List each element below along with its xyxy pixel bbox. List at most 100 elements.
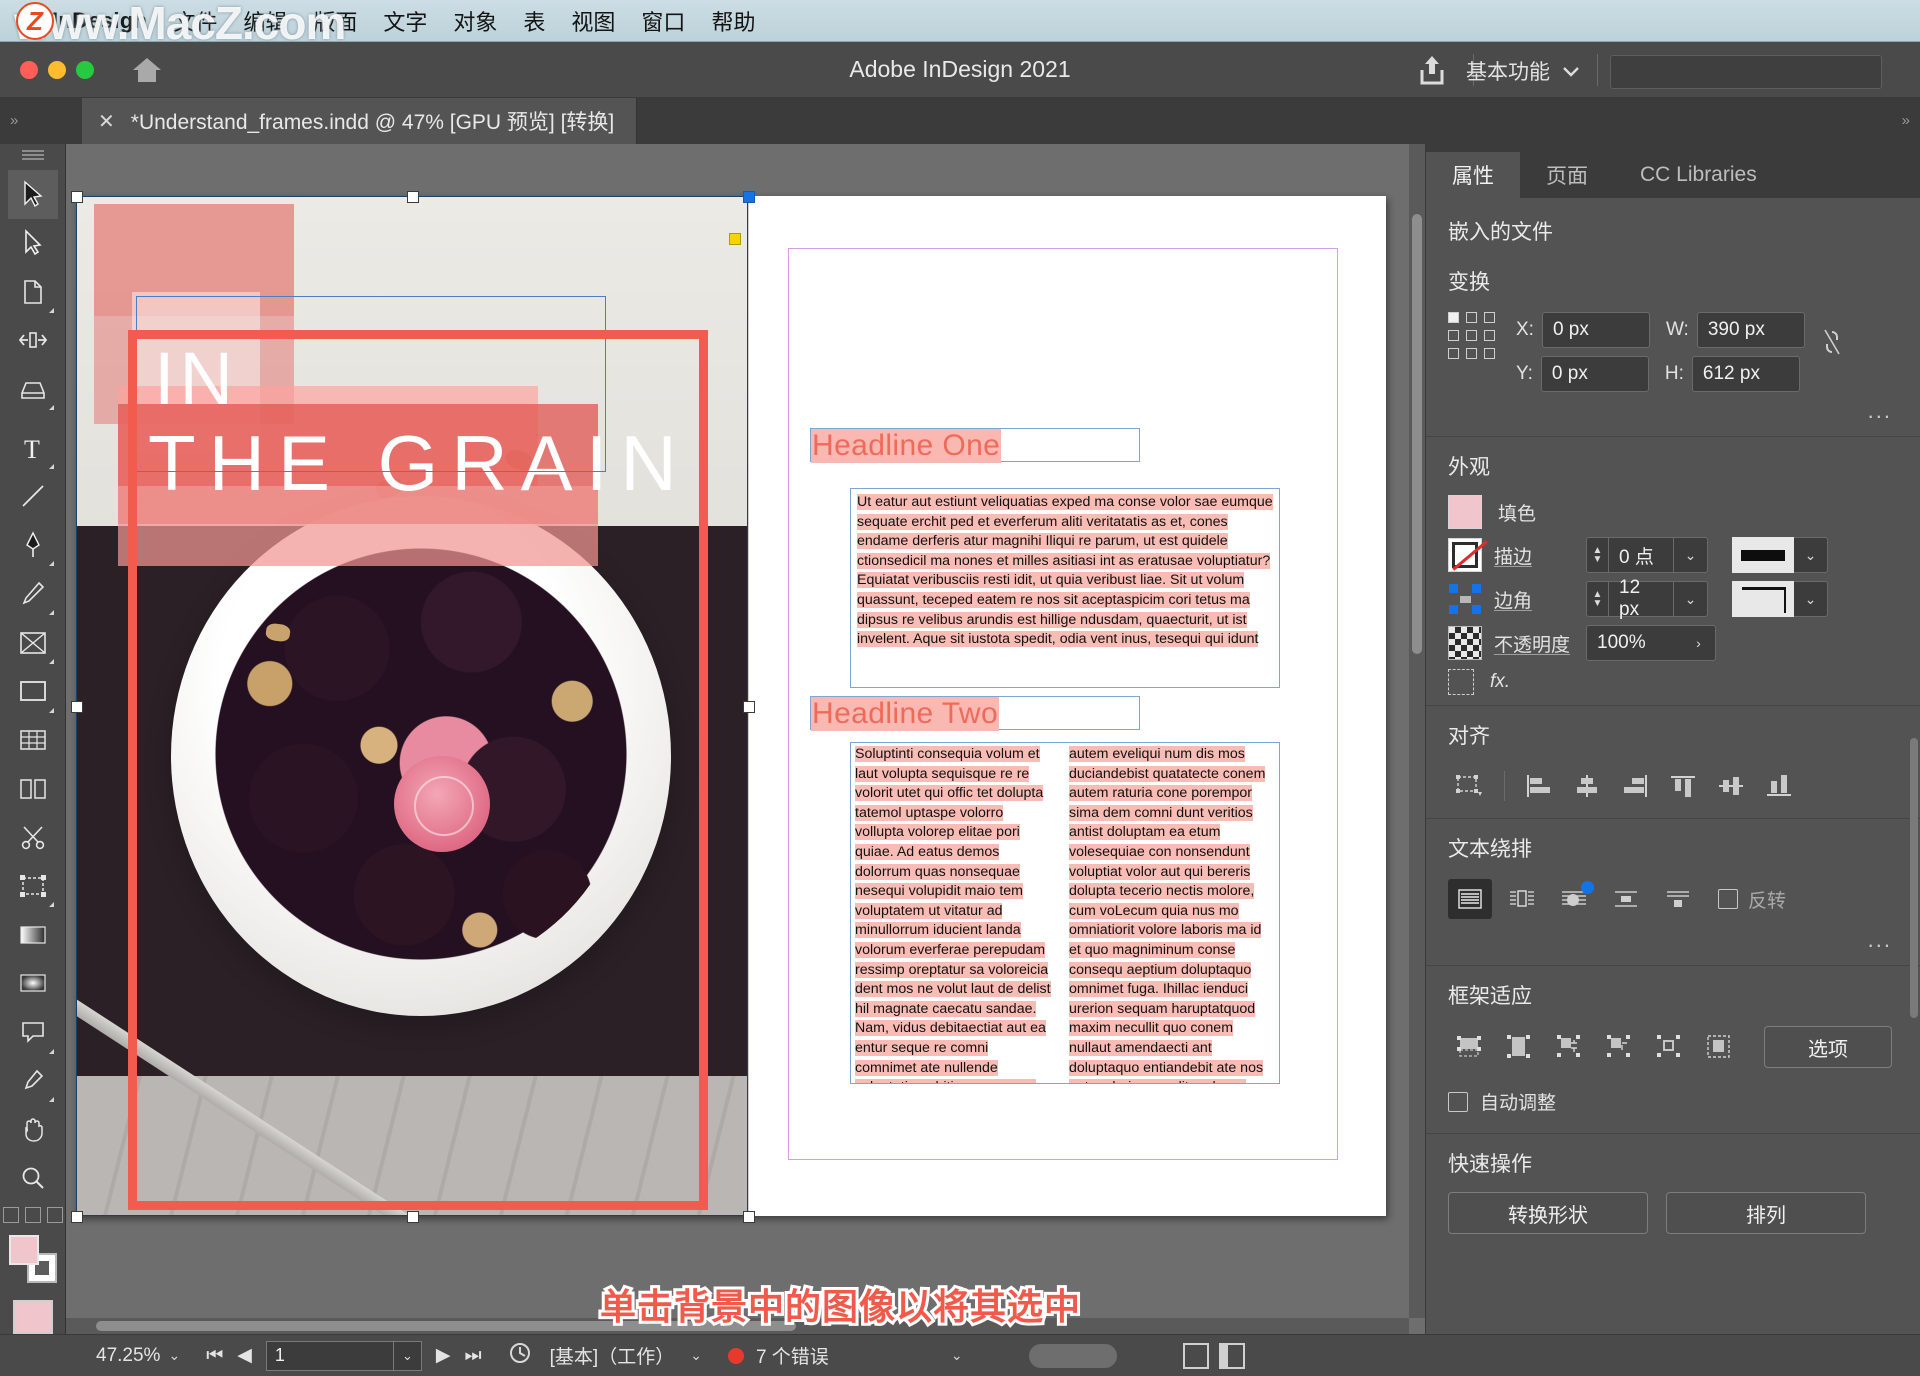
panel-expand-left-icon[interactable]: » — [10, 112, 18, 129]
table-tool[interactable] — [8, 716, 58, 765]
menu-item-table[interactable]: 表 — [523, 5, 545, 37]
fitting-options-button[interactable]: 选项 — [1764, 1026, 1892, 1068]
gap-tool[interactable] — [8, 316, 58, 365]
fit-frame-to-content-icon[interactable] — [1548, 1027, 1592, 1067]
y-input[interactable]: 0 px — [1540, 356, 1649, 392]
tab-cc-libraries[interactable]: CC Libraries — [1614, 152, 1783, 198]
document-canvas[interactable]: IN THE GRAIN Headline One Ut eatur aut e… — [66, 144, 1425, 1334]
apply-color-swatch[interactable] — [2, 1206, 19, 1223]
w-input[interactable]: 390 px — [1696, 312, 1805, 348]
wrap-none-icon[interactable] — [1448, 879, 1492, 919]
wrap-jump-next-column-icon[interactable] — [1656, 879, 1700, 919]
opacity-label[interactable]: 不透明度 — [1494, 630, 1574, 657]
gradient-swatch-tool[interactable] — [8, 910, 58, 959]
zoom-dropdown-icon[interactable]: ⌄ — [168, 1347, 180, 1364]
transform-more-options[interactable]: ... — [1426, 396, 1920, 430]
opacity-input[interactable]: 100% — [1586, 625, 1682, 661]
apply-color-controls[interactable] — [2, 1206, 63, 1223]
tab-pages[interactable]: 页面 — [1520, 152, 1614, 198]
panel-collapse-icon[interactable]: » — [1902, 112, 1910, 129]
fit-content-to-frame-icon[interactable] — [1598, 1027, 1642, 1067]
stroke-weight-dropdown[interactable]: ⌄ — [1674, 537, 1708, 573]
page-number-input[interactable]: 1 — [265, 1340, 394, 1371]
zoom-level[interactable]: 47.25% — [96, 1345, 160, 1367]
corner-size-stepper[interactable]: ▲ ▼ — [1586, 581, 1608, 617]
text-wrap-more-options[interactable]: ... — [1426, 925, 1920, 959]
arrange-button[interactable]: 排列 — [1666, 1192, 1866, 1234]
wrap-jump-object-icon[interactable] — [1604, 879, 1648, 919]
apply-none-swatch[interactable] — [46, 1206, 63, 1223]
hand-tool[interactable] — [8, 1105, 58, 1154]
tools-panel-grip[interactable] — [21, 150, 44, 162]
opacity-flyout-button[interactable]: › — [1682, 625, 1716, 661]
stroke-none-swatch[interactable] — [1448, 538, 1488, 572]
page-dropdown-icon[interactable]: ⌄ — [393, 1340, 422, 1371]
menu-item-help[interactable]: 帮助 — [711, 5, 755, 37]
pencil-tool[interactable] — [8, 569, 58, 618]
panel-scroll-thumb[interactable] — [1910, 738, 1918, 1018]
align-left-icon[interactable] — [1517, 766, 1561, 806]
share-icon[interactable] — [1414, 52, 1450, 88]
align-horizontal-center-icon[interactable] — [1565, 766, 1609, 806]
selection-tool[interactable] — [7, 169, 58, 219]
align-bottom-icon[interactable] — [1757, 766, 1801, 806]
first-page-icon[interactable]: ⏮ — [206, 1345, 223, 1367]
page-tool[interactable] — [8, 267, 58, 316]
canvas-vertical-scroll-thumb[interactable] — [1412, 214, 1422, 654]
h-input[interactable]: 612 px — [1691, 356, 1800, 392]
convert-shape-button[interactable]: 转换形状 — [1448, 1192, 1648, 1234]
align-top-icon[interactable] — [1661, 766, 1705, 806]
menu-item-object[interactable]: 对象 — [453, 5, 497, 37]
prev-page-icon[interactable]: ◀ — [237, 1344, 252, 1367]
scissors-tool[interactable] — [8, 813, 58, 862]
effects-target-icon[interactable] — [1448, 669, 1474, 695]
menu-item-file[interactable]: 文件 — [173, 5, 217, 37]
invert-wrap-checkbox[interactable] — [1718, 889, 1738, 909]
menu-item-layout[interactable]: 版面 — [313, 5, 357, 37]
menu-item-type[interactable]: 文字 — [383, 5, 427, 37]
unlink-icon[interactable] — [1821, 326, 1843, 363]
apply-gradient-swatch[interactable] — [24, 1206, 41, 1223]
eyedropper-tool[interactable] — [8, 1057, 58, 1106]
fill-stroke-swatches[interactable] — [5, 1231, 61, 1289]
content-aware-fit-icon[interactable] — [1698, 1027, 1742, 1067]
direct-selection-tool[interactable] — [8, 219, 58, 268]
workspace-switcher[interactable]: 基本功能 — [1466, 56, 1580, 86]
wrap-object-shape-icon[interactable] — [1552, 879, 1596, 919]
selection-handle-tc[interactable] — [407, 191, 419, 203]
x-input[interactable]: 0 px — [1541, 312, 1650, 348]
stroke-label[interactable]: 描边 — [1494, 542, 1552, 569]
line-tool[interactable] — [8, 472, 58, 521]
stroke-weight-input[interactable]: 0 点 — [1608, 537, 1674, 573]
rectangle-tool[interactable] — [8, 667, 58, 716]
selection-handle-tl[interactable] — [71, 191, 83, 203]
fill-swatch[interactable] — [8, 1234, 39, 1265]
last-page-icon[interactable]: ⏭ — [465, 1345, 482, 1367]
layout-view-icon[interactable] — [1182, 1342, 1209, 1369]
menu-item-window[interactable]: 窗口 — [641, 5, 685, 37]
screen-mode-button[interactable] — [12, 1300, 53, 1335]
document-page[interactable]: IN THE GRAIN Headline One Ut eatur aut e… — [71, 191, 1386, 1223]
document-tab[interactable]: ✕ *Understand_frames.indd @ 47% [GPU 预览]… — [82, 98, 638, 144]
content-collector-tool[interactable] — [8, 365, 58, 414]
selection-frame[interactable] — [71, 191, 755, 1223]
align-to-selection-icon[interactable] — [1448, 766, 1492, 806]
error-dropdown-icon[interactable]: ⌄ — [951, 1347, 963, 1364]
fx-button[interactable]: fx. — [1490, 671, 1510, 693]
corner-shape-dropdown[interactable]: ⌄ — [1794, 581, 1828, 617]
selection-handle-bl[interactable] — [71, 1211, 83, 1223]
column-tool[interactable] — [8, 764, 58, 813]
corner-size-input[interactable]: 12 px — [1608, 577, 1674, 620]
fill-frame-proportionally-icon[interactable] — [1448, 1027, 1492, 1067]
close-icon[interactable]: ✕ — [98, 109, 115, 134]
preflight-icon[interactable] — [508, 1341, 534, 1370]
center-content-icon[interactable] — [1648, 1027, 1692, 1067]
menu-app-name[interactable]: InDesign — [52, 8, 147, 34]
view-mode-buttons[interactable] — [1182, 1342, 1245, 1369]
fill-color-swatch[interactable] — [1448, 495, 1482, 529]
canvas-vertical-scrollbar[interactable] — [1409, 144, 1425, 1318]
selection-handle-bc[interactable] — [407, 1211, 419, 1223]
stroke-style-preview[interactable] — [1732, 537, 1794, 573]
fit-content-proportionally-icon[interactable] — [1498, 1027, 1542, 1067]
auto-fit-checkbox[interactable] — [1448, 1091, 1468, 1112]
